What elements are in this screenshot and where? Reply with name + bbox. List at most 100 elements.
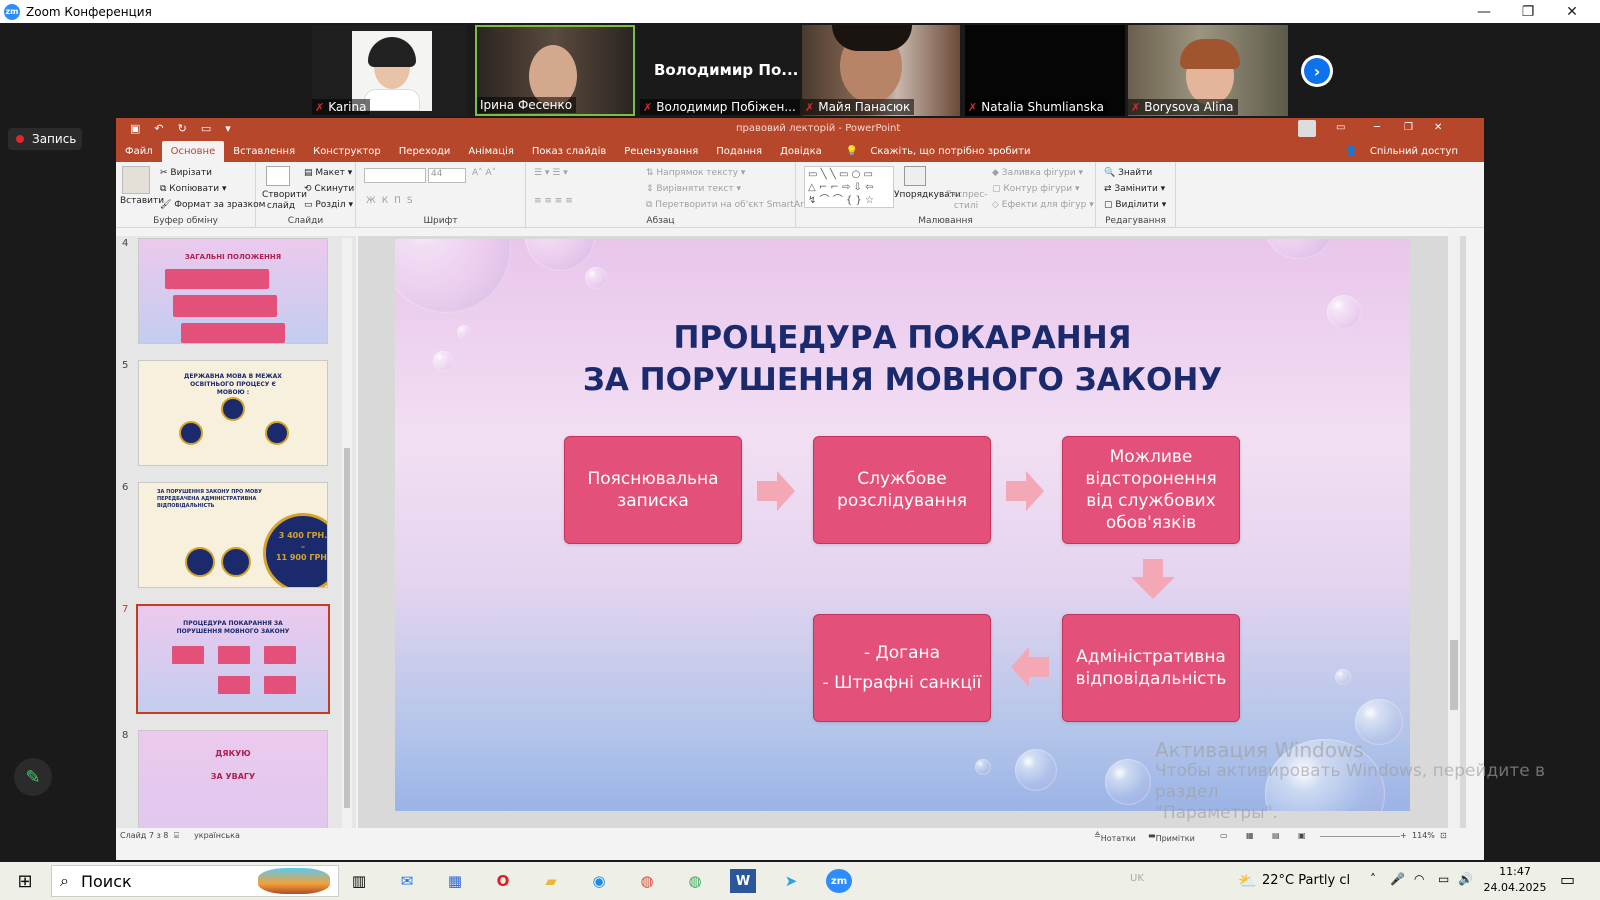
convert-smartart-button[interactable]: ⧉ Перетворити на об'єкт SmartArt ▾: [646, 200, 815, 210]
share-button[interactable]: 👤 Спільний доступ: [1336, 146, 1476, 162]
save-icon[interactable]: ▣: [130, 122, 140, 135]
minimize-button[interactable]: —: [1462, 0, 1506, 23]
tab-slideshow[interactable]: Показ слайдів: [523, 146, 615, 162]
arrange-icon[interactable]: [904, 166, 926, 186]
recording-indicator[interactable]: Запись: [8, 128, 82, 150]
slide-vertical-scrollbar[interactable]: [1448, 230, 1460, 828]
participant-tile[interactable]: ✗ Natalia Shumlianska: [965, 25, 1125, 116]
reading-view-icon[interactable]: ▤: [1272, 831, 1280, 840]
telegram-icon[interactable]: ➤: [778, 869, 804, 893]
tray-chevron-icon[interactable]: ˄: [1370, 872, 1376, 886]
participant-tile[interactable]: ✗ Borysova Alina: [1128, 25, 1288, 116]
notes-button[interactable]: ≙ Нотатки: [1094, 831, 1136, 843]
tab-help[interactable]: Довідка: [771, 146, 831, 162]
find-button[interactable]: 🔍 Знайти: [1104, 168, 1152, 178]
wifi-icon[interactable]: ◠: [1414, 872, 1424, 886]
zoom-taskbar-icon[interactable]: zm: [826, 869, 852, 893]
font-size-select[interactable]: 44: [428, 168, 466, 183]
taskbar-search-input[interactable]: ⌕ Поиск: [51, 865, 339, 897]
redo-icon[interactable]: ↻: [178, 122, 187, 135]
undo-icon[interactable]: ↶: [154, 122, 163, 135]
thumbnails-scrollbar[interactable]: [342, 238, 352, 828]
tab-view[interactable]: Подання: [707, 146, 771, 162]
weather-text[interactable]: 22°C Partly cl: [1262, 873, 1350, 888]
font-grow-shrink-icon[interactable]: A˄ A˅: [472, 168, 496, 178]
edge-icon[interactable]: ◉: [586, 869, 612, 893]
flow-box-explanatory-note[interactable]: Пояснювальна записка: [564, 436, 742, 544]
slideshow-view-icon[interactable]: ▣: [1298, 831, 1306, 840]
close-button[interactable]: ✕: [1550, 0, 1594, 23]
user-avatar[interactable]: [1298, 120, 1316, 137]
customize-qat-icon[interactable]: ▾: [225, 122, 231, 135]
paste-button[interactable]: Вставити: [120, 196, 164, 206]
notifications-icon[interactable]: ▭: [1560, 870, 1575, 889]
battery-icon[interactable]: ▭: [1438, 872, 1449, 886]
shape-outline-button[interactable]: ▢ Контур фігури ▾: [992, 184, 1080, 194]
tab-home[interactable]: Основне: [161, 141, 225, 162]
flow-box-investigation[interactable]: Службове розслідування: [813, 436, 991, 544]
tab-insert[interactable]: Вставлення: [224, 146, 304, 162]
slide-thumbnail-5[interactable]: ДЕРЖАВНА МОВА В МЕЖАХ ОСВІТНЬОГО ПРОЦЕСУ…: [138, 360, 328, 466]
slide-thumbnail-8[interactable]: ДЯКУЮ ЗА УВАГУ: [138, 730, 328, 831]
font-name-select[interactable]: [364, 168, 426, 183]
zoom-in-icon[interactable]: +: [1400, 831, 1407, 840]
participant-tile[interactable]: Володимир По... ✗ Володимир Побіжен...: [640, 25, 800, 116]
next-participants-button[interactable]: ›: [1301, 55, 1333, 87]
layout-button[interactable]: ▤ Макет ▾: [304, 168, 352, 178]
select-button[interactable]: ▢ Виділити ▾: [1104, 200, 1166, 210]
zoom-level[interactable]: 114%: [1412, 831, 1435, 840]
slide-sorter-icon[interactable]: ▦: [1246, 831, 1254, 840]
section-button[interactable]: ▭ Розділ ▾: [304, 200, 353, 210]
spellcheck-icon[interactable]: ⌸: [174, 831, 179, 841]
ppt-restore-icon[interactable]: ❐: [1404, 122, 1413, 133]
start-slideshow-icon[interactable]: ▭: [201, 122, 211, 135]
slide-thumbnail-6[interactable]: ЗА ПОРУШЕННЯ ЗАКОНУ ПРО МОВУ ПЕРЕДБАЧЕНА…: [138, 482, 328, 588]
ppt-close-icon[interactable]: ✕: [1434, 122, 1442, 133]
reset-button[interactable]: ⟲ Скинути: [304, 184, 354, 194]
comments-button[interactable]: ▬ Примітки: [1148, 831, 1195, 843]
tab-animations[interactable]: Анімація: [459, 146, 522, 162]
ribbon-display-options-icon[interactable]: ▭: [1336, 122, 1345, 133]
tab-review[interactable]: Рецензування: [615, 146, 707, 162]
weather-icon[interactable]: ⛅: [1238, 872, 1257, 890]
fit-to-window-icon[interactable]: ⊡: [1440, 831, 1447, 840]
current-slide[interactable]: ПРОЦЕДУРА ПОКАРАННЯ ЗА ПОРУШЕННЯ МОВНОГО…: [395, 239, 1410, 811]
zoom-slider[interactable]: [1320, 836, 1400, 837]
tab-file[interactable]: Файл: [116, 146, 162, 162]
slide-thumbnail-4[interactable]: ЗАГАЛЬНІ ПОЛОЖЕННЯ: [138, 238, 328, 344]
slide-thumbnail-7-selected[interactable]: ПРОЦЕДУРА ПОКАРАННЯ ЗА ПОРУШЕННЯ МОВНОГО…: [136, 604, 330, 714]
flow-box-penalties[interactable]: - Догана - Штрафні санкції: [813, 614, 991, 722]
participant-tile[interactable]: ✗ Майя Панасюк: [802, 25, 960, 116]
chrome-icon[interactable]: ◍: [634, 869, 660, 893]
language-indicator[interactable]: українська: [194, 831, 240, 840]
shape-effects-button[interactable]: ◇ Ефекти для фігур ▾: [992, 200, 1094, 210]
text-direction-button[interactable]: ⇅ Напрямок тексту ▾: [646, 168, 745, 178]
shape-fill-button[interactable]: ◆ Заливка фігури ▾: [992, 168, 1083, 178]
task-view-icon[interactable]: ▥: [346, 869, 372, 893]
align-text-button[interactable]: ⇕ Вирівняти текст ▾: [646, 184, 741, 194]
tab-transitions[interactable]: Переходи: [390, 146, 460, 162]
chrome-profile-icon[interactable]: ◍: [682, 869, 708, 893]
store-icon[interactable]: ▦: [442, 869, 468, 893]
volume-icon[interactable]: 🔊: [1458, 872, 1473, 886]
ppt-minimize-icon[interactable]: ─: [1374, 122, 1380, 133]
shapes-gallery[interactable]: ▭ ╲ ╲ ▭ ○ ▭ △ ⌐ ⌐ ⇨ ⇩ ⇦ ↯ ⌒ ⌒ { } ☆: [804, 166, 894, 208]
tell-me-search[interactable]: 💡 Скажіть, що потрібно зробити: [837, 146, 1049, 162]
copy-button[interactable]: ⧉ Копіювати ▾: [160, 184, 226, 194]
microphone-icon[interactable]: 🎤: [1390, 872, 1405, 886]
font-style-buttons[interactable]: ЖКПS: [366, 196, 419, 206]
normal-view-icon[interactable]: ▭: [1220, 831, 1228, 840]
align-icons[interactable]: ≡ ≡ ≡ ≡: [534, 196, 573, 206]
participant-tile-active-speaker[interactable]: Ірина Фесенко: [475, 25, 635, 116]
flow-box-administrative-liability[interactable]: Адміністративна відповідальність: [1062, 614, 1240, 722]
keyboard-language[interactable]: UK: [1130, 873, 1144, 884]
opera-icon[interactable]: O: [490, 869, 516, 893]
bullets-icon[interactable]: ☰ ▾ ☰ ▾: [534, 168, 568, 178]
word-icon[interactable]: W: [730, 869, 756, 893]
replace-button[interactable]: ⇄ Замінити ▾: [1104, 184, 1165, 194]
clock[interactable]: 11:47 24.04.2025: [1480, 864, 1550, 896]
new-slide-button[interactable]: Створити слайд: [262, 190, 307, 212]
quick-styles-button[interactable]: Експрес-стилі: [946, 190, 987, 212]
format-painter-button[interactable]: 🖌 Формат за зразком: [160, 200, 265, 210]
new-slide-icon[interactable]: [266, 166, 290, 186]
